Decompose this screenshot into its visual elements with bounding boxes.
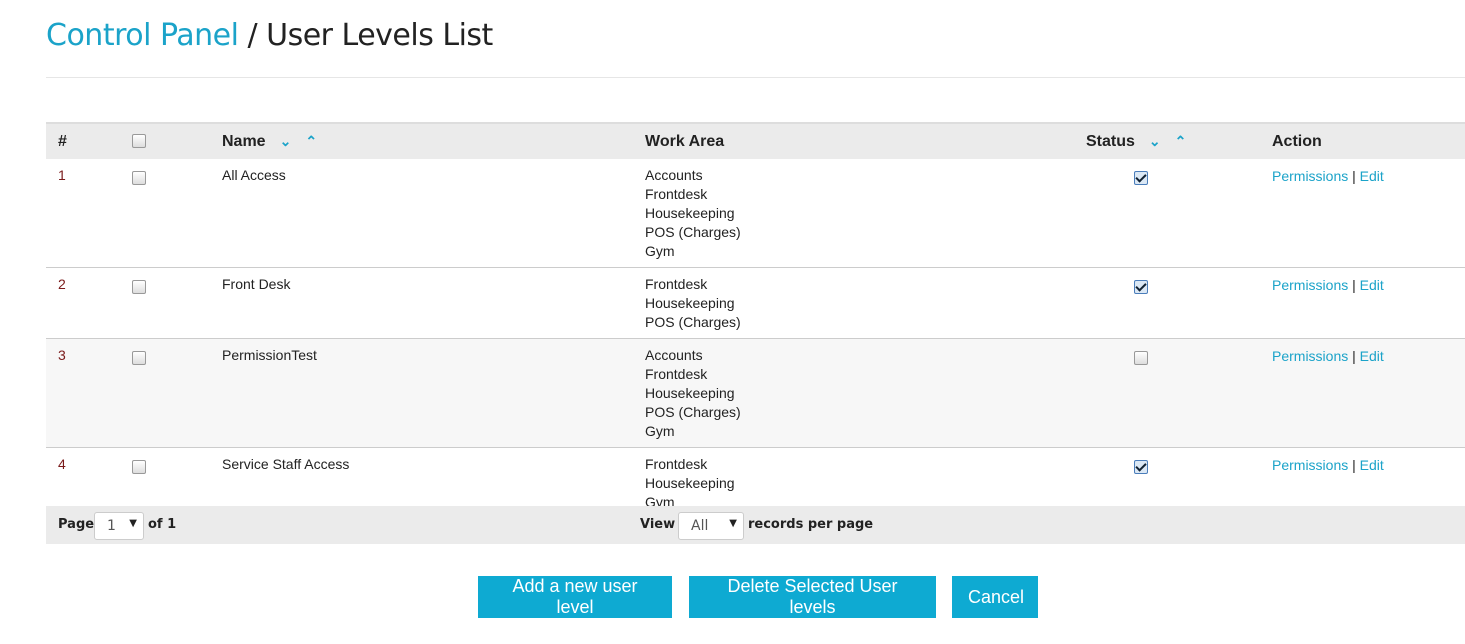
work-area-item: Housekeeping [645, 295, 735, 311]
work-area-item: POS (Charges) [645, 314, 741, 330]
pagination-bar: Page 1 ▼ of 1 View All ▼ records per page [46, 506, 1465, 544]
sort-desc-icon[interactable]: ⌄ [1149, 133, 1161, 150]
dropdown-arrow-icon: ▼ [729, 518, 737, 529]
col-num: # [58, 132, 67, 150]
edit-link[interactable]: Edit [1360, 168, 1384, 184]
row-work-areas: Accounts Frontdesk Housekeeping POS (Charge… [645, 339, 1086, 448]
page-title: Control Panel / User Levels List [46, 18, 493, 53]
work-area-item: Gym [645, 423, 675, 439]
row-number: 3 [58, 347, 66, 363]
row-select-checkbox[interactable] [132, 280, 146, 295]
edit-link[interactable]: Edit [1360, 457, 1384, 473]
page-select[interactable]: 1 ▼ [94, 512, 144, 540]
col-action: Action [1272, 132, 1322, 150]
status-checkbox[interactable] [1134, 351, 1148, 366]
sort-desc-icon[interactable]: ⌄ [280, 133, 292, 150]
status-checkbox[interactable] [1134, 171, 1148, 186]
work-area-item: Housekeeping [645, 475, 735, 491]
action-separator: | [1352, 168, 1356, 184]
work-area-item: Frontdesk [645, 366, 708, 382]
page-title-text: User Levels List [266, 18, 493, 53]
sort-asc-icon[interactable]: ⌃ [305, 133, 317, 150]
add-user-level-button[interactable]: Add a new user level [478, 576, 672, 618]
row-number: 2 [58, 276, 66, 292]
page-of-label: of 1 [148, 517, 177, 532]
status-checkbox[interactable] [1134, 460, 1148, 475]
page-label: Page [58, 517, 95, 532]
work-area-item: Housekeeping [645, 205, 735, 221]
col-work-area: Work Area [645, 132, 725, 150]
edit-link[interactable]: Edit [1360, 348, 1384, 364]
row-work-areas: Frontdesk Housekeeping POS (Charges) [645, 268, 1086, 339]
permissions-link[interactable]: Permissions [1272, 457, 1348, 473]
work-area-item: Frontdesk [645, 456, 708, 472]
table-row: 3 PermissionTest Accounts Frontdesk Housek… [46, 338, 1465, 448]
row-name: Front Desk [222, 276, 291, 292]
action-separator: | [1352, 277, 1356, 293]
row-name: All Access [222, 167, 286, 183]
work-area-item: Frontdesk [645, 276, 708, 292]
table-row: 2 Front Desk Frontdesk Housekeeping POS (C… [46, 268, 1465, 339]
status-checkbox[interactable] [1134, 280, 1148, 295]
view-label: View [640, 517, 676, 532]
select-all-checkbox[interactable] [132, 134, 146, 149]
work-area-item: POS (Charges) [645, 224, 741, 240]
cancel-button[interactable]: Cancel [952, 576, 1038, 618]
work-area-item: Accounts [645, 167, 703, 183]
row-select-checkbox[interactable] [132, 171, 146, 186]
work-area-item: Housekeeping [645, 385, 735, 401]
edit-link[interactable]: Edit [1360, 277, 1384, 293]
table-header: # Name ⌄ ⌃ Work Area Status ⌄ ⌃ Action [46, 123, 1465, 159]
permissions-link[interactable]: Permissions [1272, 277, 1348, 293]
action-separator: | [1352, 348, 1356, 364]
row-select-checkbox[interactable] [132, 351, 146, 366]
records-per-page-select[interactable]: All ▼ [678, 512, 744, 540]
row-select-checkbox[interactable] [132, 460, 146, 475]
breadcrumb-control-panel[interactable]: Control Panel [46, 18, 239, 53]
records-label: records per page [748, 517, 874, 532]
row-name: PermissionTest [222, 347, 317, 363]
permissions-link[interactable]: Permissions [1272, 168, 1348, 184]
delete-selected-button[interactable]: Delete Selected User levels [689, 576, 936, 618]
permissions-link[interactable]: Permissions [1272, 348, 1348, 364]
user-levels-table: # Name ⌄ ⌃ Work Area Status ⌄ ⌃ Action 1 All… [46, 122, 1465, 519]
col-status: Status ⌄ ⌃ [1086, 132, 1187, 150]
row-work-areas: Accounts Frontdesk Housekeeping POS (Charge… [645, 159, 1086, 268]
work-area-item: Gym [645, 243, 675, 259]
breadcrumb-separator: / [238, 18, 267, 53]
divider [46, 77, 1465, 78]
table-row: 1 All Access Accounts Frontdesk Housekeepi… [46, 159, 1465, 268]
col-name: Name ⌄ ⌃ [222, 132, 318, 150]
work-area-item: Accounts [645, 347, 703, 363]
action-separator: | [1352, 457, 1356, 473]
work-area-item: POS (Charges) [645, 404, 741, 420]
row-number: 1 [58, 167, 66, 183]
sort-asc-icon[interactable]: ⌃ [1175, 133, 1187, 150]
dropdown-arrow-icon: ▼ [129, 518, 137, 529]
work-area-item: Frontdesk [645, 186, 708, 202]
